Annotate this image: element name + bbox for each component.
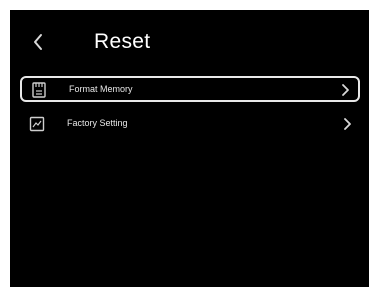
- factory-setting-icon: [29, 116, 45, 132]
- menu-item-label: Factory Setting: [67, 118, 128, 128]
- chevron-right-icon: [340, 83, 350, 97]
- memory-card-icon: [31, 82, 47, 98]
- menu-item-factory-setting[interactable]: Factory Setting: [20, 112, 360, 138]
- chevron-left-icon: [34, 34, 42, 50]
- header-bar: Reset: [10, 10, 369, 68]
- page-title: Reset: [94, 30, 151, 53]
- menu-item-format-memory[interactable]: Format Memory: [20, 76, 360, 102]
- back-button[interactable]: [26, 30, 50, 54]
- chevron-right-icon: [342, 117, 352, 131]
- menu-item-label: Format Memory: [69, 84, 133, 94]
- reset-screen: Reset Format Memory Factory Setting: [10, 10, 369, 287]
